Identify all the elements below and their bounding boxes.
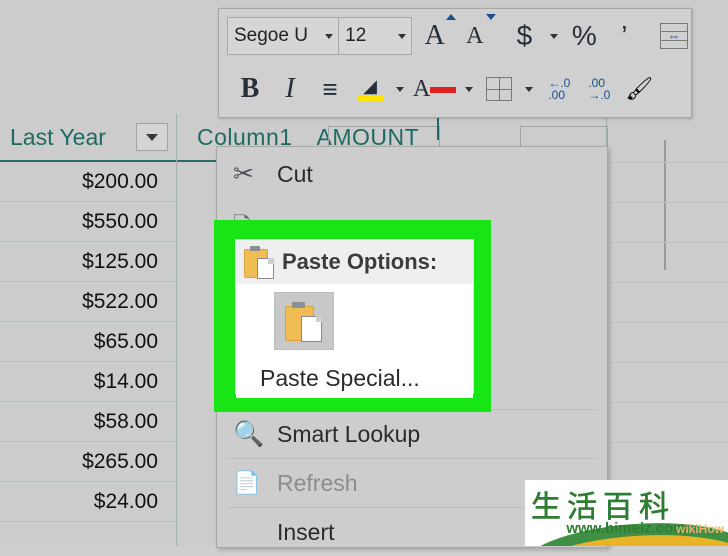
fill-color-icon: ◢ <box>363 75 377 96</box>
font-color-icon: A <box>413 76 431 102</box>
table-cell[interactable]: $58.00 <box>0 402 176 442</box>
grow-font-button[interactable]: A <box>418 14 456 56</box>
row-divider <box>606 442 728 443</box>
shrink-font-icon: A <box>466 23 484 49</box>
watermark-brand: wikiHow <box>675 522 724 536</box>
row-divider <box>606 242 728 243</box>
chevron-down-icon <box>525 86 534 92</box>
paste-options-buttons-row <box>236 284 473 358</box>
menu-item-label: Insert <box>277 518 335 545</box>
row-divider <box>606 282 728 283</box>
format-painter-icon: 🖌 <box>625 76 654 101</box>
font-color-dropdown[interactable] <box>462 69 476 109</box>
bold-button[interactable]: B <box>233 69 267 109</box>
column-divider-1 <box>176 114 177 546</box>
paste-keep-source-formatting-button[interactable] <box>274 292 334 350</box>
table-cell[interactable]: $265.00 <box>0 442 176 482</box>
menu-item-smart-lookup[interactable]: 🔍 Smart Lookup <box>217 410 607 458</box>
clipboard-icon <box>244 245 274 279</box>
wrap-text-button[interactable]: ⇔ <box>657 16 691 56</box>
fill-color-swatch <box>357 95 383 102</box>
smart-lookup-icon: 🔍 <box>233 419 265 448</box>
borders-button[interactable] <box>482 69 516 109</box>
bold-icon: B <box>240 73 260 104</box>
accounting-format-dropdown[interactable] <box>547 16 561 56</box>
filter-dropdown-button[interactable] <box>136 123 168 151</box>
font-color-swatch <box>430 86 457 93</box>
table-cell[interactable]: $522.00 <box>0 282 176 322</box>
fill-color-dropdown[interactable] <box>393 69 407 109</box>
paste-options-label: Paste Options: <box>282 249 438 274</box>
table-cell[interactable]: $200.00 <box>0 162 176 202</box>
menu-item-paste-special[interactable]: Paste Special... <box>236 358 473 398</box>
paste-options-header: Paste Options: <box>236 240 473 284</box>
font-size-value: 12 <box>345 25 367 46</box>
italic-button[interactable]: I <box>273 69 307 109</box>
increase-decimal-icon: .00 →.0 <box>588 76 611 102</box>
table-cell[interactable]: $24.00 <box>0 482 176 522</box>
row-divider <box>606 202 728 203</box>
shrink-font-button[interactable]: A <box>458 14 496 56</box>
paste-options-panel[interactable]: Paste Options: Paste Special... <box>235 239 474 398</box>
center-align-icon: ≡ <box>322 74 338 104</box>
center-align-button[interactable]: ≡ <box>313 69 347 109</box>
chevron-down-icon <box>396 86 404 92</box>
percent-style-button[interactable]: % <box>567 16 601 56</box>
decimal-label-d: .0 <box>600 88 611 102</box>
menu-item-cut[interactable]: ✂ Cut <box>217 147 607 201</box>
decrease-decimal-icon: ←.0 .00 <box>548 76 571 102</box>
paste-special-label: Paste Special... <box>260 364 420 391</box>
row-divider <box>606 362 728 363</box>
refresh-icon: 📄 <box>233 470 261 495</box>
font-color-button[interactable]: A <box>413 69 457 109</box>
column-last-year: Last Year $200.00 $550.00 $125.00 $522.0… <box>0 114 176 522</box>
mini-toolbar-row-1: Segoe U 12 A A $ % ’ ⇔ <box>219 9 691 63</box>
format-painter-button[interactable]: 🖌 <box>622 69 656 109</box>
wrap-text-glyph: ⇔ <box>667 28 681 43</box>
floating-mini-toolbar[interactable]: Segoe U 12 A A $ % ’ ⇔ B I ≡ ◢ A ←.0 .00… <box>218 8 692 118</box>
borders-dropdown[interactable] <box>522 69 536 109</box>
table-cell[interactable]: $65.00 <box>0 322 176 362</box>
menu-item-label: Smart Lookup <box>277 420 421 447</box>
row-divider <box>606 162 728 163</box>
borders-icon <box>486 77 513 101</box>
accounting-format-button[interactable]: $ <box>507 16 541 56</box>
row-divider <box>606 402 728 403</box>
fill-color-button[interactable]: ◢ <box>353 69 387 109</box>
column-header-last-year[interactable]: Last Year <box>0 114 176 162</box>
paste-options-highlight-callout: Paste Options: Paste Special... <box>215 221 490 411</box>
down-arrow-icon <box>485 14 496 20</box>
table-cell[interactable]: $125.00 <box>0 242 176 282</box>
wrap-text-icon: ⇔ <box>660 23 688 49</box>
chevron-down-icon <box>550 33 559 39</box>
font-size-combobox[interactable]: 12 <box>338 17 412 55</box>
decimal-label-b: .00 <box>548 88 566 102</box>
table-cell[interactable]: $550.00 <box>0 202 176 242</box>
comma-style-icon: ’ <box>621 20 628 51</box>
chevron-down-icon <box>146 133 158 141</box>
selection-right-edge <box>664 140 666 270</box>
mini-toolbar-row-2: B I ≡ ◢ A ←.0 .00 .00 →.0 🖌 <box>219 63 691 115</box>
up-arrow-icon <box>445 14 456 20</box>
menu-item-label: Cut <box>277 160 313 187</box>
chevron-down-icon <box>465 86 474 92</box>
table-cell[interactable]: $14.00 <box>0 362 176 402</box>
increase-decimal-button[interactable]: .00 →.0 <box>582 69 616 109</box>
comma-style-button[interactable]: ’ <box>607 16 641 56</box>
percent-style-icon: % <box>571 20 597 51</box>
decrease-decimal-button[interactable]: ←.0 .00 <box>542 69 576 109</box>
font-name-value: Segoe U <box>234 25 308 46</box>
accounting-number-format-icon: $ <box>516 20 533 51</box>
watermark-logo: 生活百科 www.bimeiz.com wikiHow <box>525 480 728 546</box>
menu-item-label: Refresh <box>277 469 358 496</box>
column-header-label: Last Year <box>10 123 106 150</box>
chevron-down-icon[interactable] <box>325 33 334 39</box>
clipboard-paste-icon <box>285 300 323 342</box>
italic-icon: I <box>285 73 295 104</box>
font-name-combobox[interactable]: Segoe U <box>227 17 340 55</box>
chevron-down-icon[interactable] <box>397 33 406 39</box>
scissors-icon: ✂ <box>233 160 254 188</box>
row-divider <box>606 322 728 323</box>
grow-font-icon: A <box>424 20 445 51</box>
